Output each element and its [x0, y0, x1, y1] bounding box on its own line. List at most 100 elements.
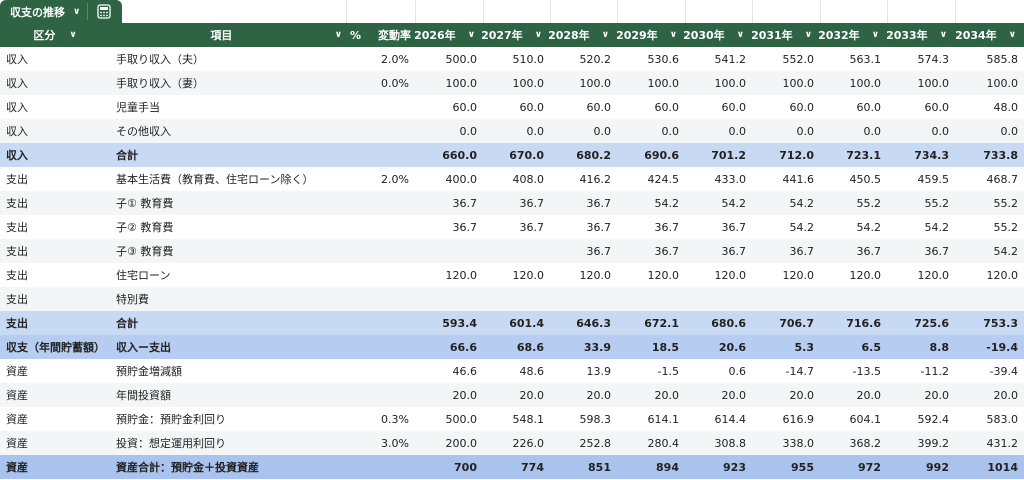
cell-value[interactable]: 60.0	[550, 95, 617, 119]
cell-value[interactable]: 408.0	[483, 167, 550, 191]
cell-value[interactable]: 120.0	[887, 263, 955, 287]
cell-value[interactable]: 716.6	[820, 311, 887, 335]
cell-value[interactable]: 992	[887, 455, 955, 479]
cell-item[interactable]: 手取り収入（夫）	[110, 47, 346, 71]
cell-value[interactable]: 0.0	[685, 119, 752, 143]
cell-value[interactable]: -11.2	[887, 359, 955, 383]
cell-value[interactable]: 60.0	[685, 95, 752, 119]
cell-rate[interactable]: 2.0%	[346, 47, 415, 71]
cell-category[interactable]: 収入	[0, 95, 110, 119]
cell-value[interactable]: 0.0	[820, 119, 887, 143]
chevron-down-icon[interactable]: ∨	[335, 30, 342, 40]
cell-value[interactable]: 20.0	[483, 383, 550, 407]
cell-value[interactable]: 100.0	[820, 71, 887, 95]
cell-value[interactable]: 450.5	[820, 167, 887, 191]
cell-value[interactable]: 54.2	[617, 191, 685, 215]
cell-value[interactable]: 520.2	[550, 47, 617, 71]
cell-value[interactable]: 500.0	[415, 407, 483, 431]
cell-value[interactable]: 54.2	[887, 215, 955, 239]
cell-category[interactable]: 資産	[0, 455, 110, 479]
cell-item[interactable]: 資産合計：預貯金＋投資資産	[110, 455, 346, 479]
cell-value[interactable]: 48.6	[483, 359, 550, 383]
cell-value[interactable]: 680.6	[685, 311, 752, 335]
cell-value[interactable]: 510.0	[483, 47, 550, 71]
cell-value[interactable]: 0.6	[685, 359, 752, 383]
cell-value[interactable]: 616.9	[752, 407, 820, 431]
chevron-down-icon[interactable]: ∨	[69, 30, 76, 40]
cell-value[interactable]: 563.1	[820, 47, 887, 71]
cell-value[interactable]: 734.3	[887, 143, 955, 167]
cell-value[interactable]: -39.4	[955, 359, 1024, 383]
cell-value[interactable]	[483, 287, 550, 311]
cell-value[interactable]: 8.8	[887, 335, 955, 359]
cell-value[interactable]: 894	[617, 455, 685, 479]
cell-value[interactable]: 20.0	[887, 383, 955, 407]
column-header-year[interactable]: 2033年 ∨	[886, 23, 955, 47]
cell-category[interactable]: 支出	[0, 311, 110, 335]
cell-value[interactable]: 120.0	[415, 263, 483, 287]
cell-category[interactable]: 支出	[0, 215, 110, 239]
cell-value[interactable]: 120.0	[955, 263, 1024, 287]
sheet-tab[interactable]: 収支の推移 ∨	[0, 0, 122, 23]
cell-value[interactable]: 574.3	[887, 47, 955, 71]
cell-value[interactable]: 955	[752, 455, 820, 479]
cell-value[interactable]: 36.7	[752, 239, 820, 263]
cell-value[interactable]: 55.2	[955, 215, 1024, 239]
cell-item[interactable]: 特別費	[110, 287, 346, 311]
cell-value[interactable]: 54.2	[752, 191, 820, 215]
cell-value[interactable]: 48.0	[955, 95, 1024, 119]
cell-value[interactable]: 18.5	[617, 335, 685, 359]
column-header-year[interactable]: 2027年 ∨	[481, 23, 550, 47]
cell-value[interactable]: 20.0	[955, 383, 1024, 407]
chevron-down-icon[interactable]: ∨	[940, 30, 947, 40]
cell-value[interactable]: 36.7	[685, 239, 752, 263]
cell-value[interactable]: 120.0	[685, 263, 752, 287]
cell-value[interactable]: 0.0	[617, 119, 685, 143]
cell-value[interactable]: 433.0	[685, 167, 752, 191]
cell-category[interactable]: 支出	[0, 239, 110, 263]
cell-value[interactable]: 701.2	[685, 143, 752, 167]
cell-value[interactable]: 706.7	[752, 311, 820, 335]
cell-category[interactable]: 収入	[0, 47, 110, 71]
cell-rate[interactable]: 0.3%	[346, 407, 415, 431]
cell-value[interactable]: 548.1	[483, 407, 550, 431]
cell-value[interactable]: 46.6	[415, 359, 483, 383]
cell-value[interactable]: 601.4	[483, 311, 550, 335]
cell-rate[interactable]	[346, 263, 415, 287]
cell-value[interactable]: 0.0	[887, 119, 955, 143]
cell-item[interactable]: 子② 教育費	[110, 215, 346, 239]
cell-value[interactable]: 308.8	[685, 431, 752, 455]
cell-value[interactable]: 0.0	[483, 119, 550, 143]
cell-rate[interactable]	[346, 95, 415, 119]
cell-item[interactable]: 子③ 教育費	[110, 239, 346, 263]
cell-value[interactable]: -19.4	[955, 335, 1024, 359]
cell-item[interactable]: 住宅ローン	[110, 263, 346, 287]
cell-value[interactable]: 280.4	[617, 431, 685, 455]
column-header-year[interactable]: 2034年 ∨	[955, 23, 1024, 47]
cell-category[interactable]: 資産	[0, 431, 110, 455]
cell-value[interactable]: 120.0	[483, 263, 550, 287]
cell-category[interactable]: 資産	[0, 407, 110, 431]
cell-value[interactable]: 592.4	[887, 407, 955, 431]
cell-value[interactable]: 226.0	[483, 431, 550, 455]
cell-value[interactable]: 400.0	[415, 167, 483, 191]
chevron-down-icon[interactable]: ∨	[737, 30, 744, 40]
cell-rate[interactable]	[346, 191, 415, 215]
cell-category[interactable]: 支出	[0, 191, 110, 215]
cell-item[interactable]: 年間投資額	[110, 383, 346, 407]
cell-value[interactable]: 100.0	[617, 71, 685, 95]
cell-value[interactable]: 100.0	[955, 71, 1024, 95]
cell-value[interactable]: 54.2	[820, 215, 887, 239]
cell-value[interactable]: 593.4	[415, 311, 483, 335]
cell-value[interactable]: 530.6	[617, 47, 685, 71]
cell-rate[interactable]	[346, 359, 415, 383]
cell-value[interactable]: 0.0	[752, 119, 820, 143]
cell-value[interactable]: -14.7	[752, 359, 820, 383]
cell-value[interactable]: 55.2	[887, 191, 955, 215]
chevron-down-icon[interactable]: ∨	[1009, 30, 1016, 40]
cell-value[interactable]: 66.6	[415, 335, 483, 359]
cell-item[interactable]: 収入ー支出	[110, 335, 346, 359]
column-header-year[interactable]: 2028年 ∨	[548, 23, 617, 47]
cell-category[interactable]: 支出	[0, 263, 110, 287]
cell-value[interactable]: 20.0	[685, 383, 752, 407]
